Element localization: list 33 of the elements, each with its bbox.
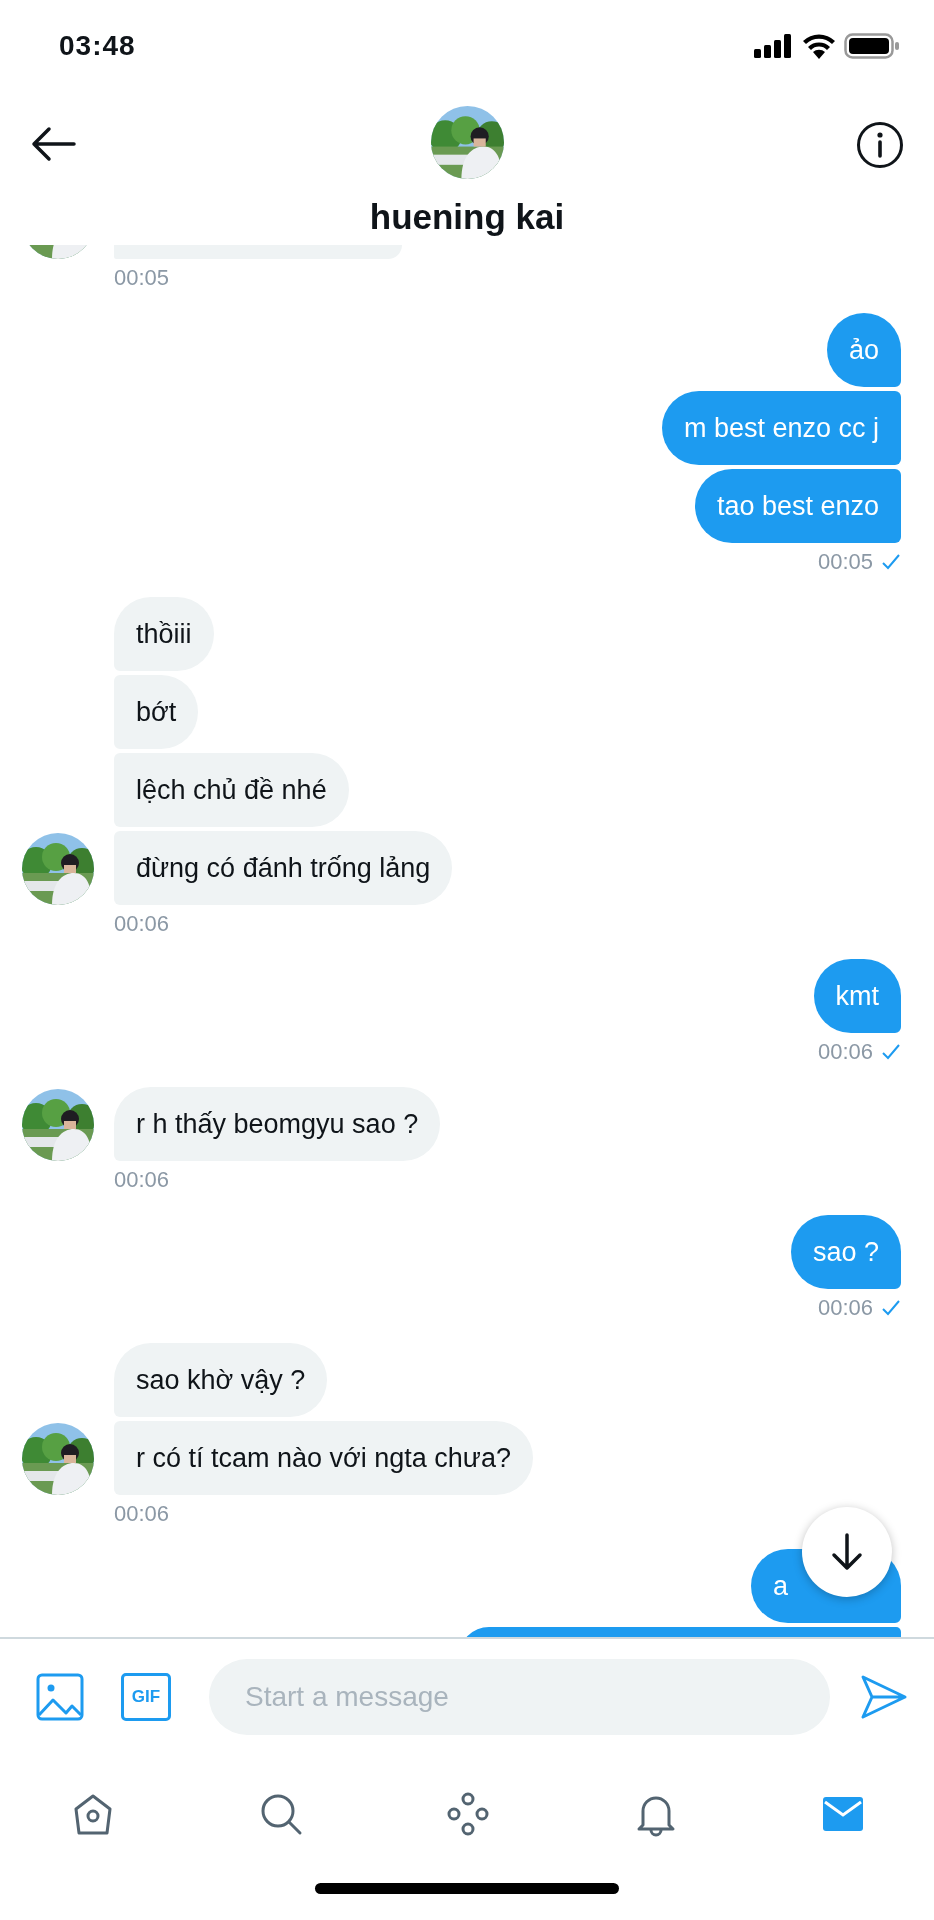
message-time: 00:06	[817, 1039, 873, 1065]
message-time: 00:05	[114, 265, 170, 291]
message-bubble: tao best enzo	[694, 469, 901, 543]
back-button[interactable]	[30, 126, 76, 162]
message-input[interactable]: Start a message	[209, 1659, 830, 1735]
message-bubble: thồiii	[114, 597, 214, 671]
down-arrow-icon	[829, 1532, 865, 1572]
signal-icon	[754, 34, 794, 58]
scroll-down-button[interactable]	[802, 1507, 892, 1597]
message-bubble: ảo	[826, 313, 901, 387]
message-bubble: sao khờ vậy ?	[114, 1343, 328, 1417]
image-icon[interactable]	[36, 1673, 84, 1721]
message-time: 00:06	[817, 1295, 873, 1321]
message-time: 00:06	[114, 1167, 170, 1193]
message-bubble: sao ?	[790, 1215, 901, 1289]
wifi-icon	[802, 33, 836, 59]
battery-icon	[844, 33, 900, 59]
circles-icon[interactable]	[445, 1791, 491, 1837]
message-bubble: r h thấy beomgyu sao ?	[114, 1087, 441, 1161]
message-bubble: đừng có đánh trống lảng	[114, 831, 453, 905]
gif-button[interactable]: GIF	[121, 1673, 171, 1721]
status-time: 03:48	[59, 30, 136, 62]
message-bubble: kmt	[813, 959, 901, 1033]
message-time: 00:06	[114, 911, 170, 937]
contact-name: huening kai	[369, 197, 565, 237]
info-button[interactable]	[856, 121, 904, 169]
send-icon[interactable]	[860, 1674, 908, 1720]
message-bubble: lệch chủ đề nhé	[114, 753, 349, 827]
message-time: 00:06	[114, 1501, 170, 1527]
message-bubble: r có tí tcam nào với ngta chưa?	[114, 1421, 533, 1495]
message-bubble: m best enzo cc j	[661, 391, 901, 465]
message-bubble: bớt	[114, 675, 199, 749]
message-time: 00:05	[817, 549, 873, 575]
